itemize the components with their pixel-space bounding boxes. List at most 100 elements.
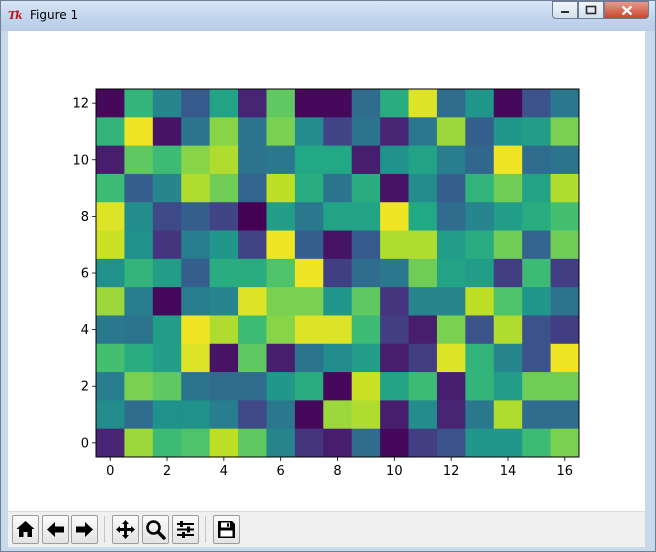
heatmap-cell [493, 173, 523, 203]
heatmap-cell [380, 400, 409, 430]
heatmap-cell [493, 89, 523, 118]
heatmap-cell [408, 173, 438, 203]
heatmap-cell [294, 287, 324, 316]
forward-button[interactable] [71, 515, 98, 544]
heatmap-cell [465, 372, 495, 401]
y-tick-label: 4 [81, 323, 89, 338]
home-button[interactable] [12, 515, 39, 544]
heatmap-cell [181, 372, 211, 401]
heatmap-cell [408, 428, 438, 458]
heatmap-cell [238, 202, 267, 231]
heatmap-cell [436, 343, 466, 373]
heatmap-cell [266, 428, 296, 458]
heatmap-cell [522, 173, 551, 203]
heatmap-cell [294, 89, 324, 118]
heatmap-cell [294, 230, 324, 260]
heatmap-cell [152, 400, 182, 430]
heatmap-cell [238, 343, 267, 373]
heatmap-cell [209, 117, 239, 147]
heatmap-cell [96, 315, 125, 345]
heatmap-cell [550, 202, 580, 231]
heatmap-cell [380, 315, 409, 345]
maximize-button[interactable] [578, 1, 604, 19]
heatmap-cell [124, 230, 154, 260]
heatmap-cell [408, 343, 438, 373]
heatmap-cell [436, 230, 466, 260]
figure-canvas[interactable]: 0 2 4 6 8 10 12 14 16 0 2 4 6 8 10 12 [8, 31, 645, 547]
heatmap-cell [550, 372, 580, 401]
heatmap-cell [294, 145, 324, 175]
heatmap-cell [323, 258, 353, 288]
heatmap-cell [124, 89, 154, 118]
heatmap-cell [96, 89, 125, 118]
heatmap-cell [209, 230, 239, 260]
heatmap-cell [323, 117, 353, 147]
heatmap-cell [266, 230, 296, 260]
heatmap-cell [493, 258, 523, 288]
heatmap-cell [124, 428, 154, 458]
window-title: Figure 1 [30, 8, 79, 22]
heatmap-cell [380, 117, 409, 147]
heatmap-cell [380, 343, 409, 373]
heatmap-cell [266, 202, 296, 231]
close-button[interactable] [604, 1, 649, 19]
heatmap-cell [323, 372, 353, 401]
heatmap-cell [124, 173, 154, 203]
x-tick-label: 4 [220, 464, 228, 479]
heatmap-cell [465, 89, 495, 118]
heatmap-cell [550, 287, 580, 316]
heatmap-cell [323, 287, 353, 316]
heatmap-cell [408, 315, 438, 345]
heatmap-cell [266, 258, 296, 288]
heatmap-cell [124, 287, 154, 316]
zoom-button[interactable] [142, 515, 169, 544]
heatmap-cell [522, 89, 551, 118]
heatmap-cell [96, 202, 125, 231]
title-bar[interactable]: Tk Figure 1 [1, 1, 655, 31]
pan-button[interactable] [112, 515, 139, 544]
save-button[interactable] [213, 515, 240, 544]
heatmap-cell [380, 428, 409, 458]
heatmap-cell [465, 287, 495, 316]
heatmap-cell [238, 372, 267, 401]
heatmap-cell [522, 258, 551, 288]
heatmap-cell [380, 258, 409, 288]
heatmap-cell [266, 400, 296, 430]
heatmap-cell [493, 343, 523, 373]
heatmap-cell [266, 173, 296, 203]
heatmap-cell [209, 202, 239, 231]
heatmap-cell [436, 428, 466, 458]
heatmap-cell [408, 372, 438, 401]
heatmap-cell [152, 258, 182, 288]
heatmap-cell [152, 173, 182, 203]
heatmap-cell [181, 287, 211, 316]
heatmap-cell [351, 230, 381, 260]
heatmap-cell [408, 287, 438, 316]
maximize-icon [585, 5, 597, 15]
heatmap-cell [522, 428, 551, 458]
heatmap-cell [408, 230, 438, 260]
heatmap-cell [238, 428, 267, 458]
heatmap-cell [493, 372, 523, 401]
navigation-toolbar [8, 511, 645, 547]
heatmap-cell [522, 287, 551, 316]
heatmap-cell [465, 343, 495, 373]
heatmap-cell [436, 173, 466, 203]
heatmap-cell [351, 117, 381, 147]
heatmap-cell [294, 258, 324, 288]
heatmap-cell [522, 230, 551, 260]
heatmap-cell [181, 315, 211, 345]
heatmap-cell [522, 400, 551, 430]
configure-subplots-button[interactable] [172, 515, 199, 544]
back-button[interactable] [42, 515, 69, 544]
heatmap-cell [522, 372, 551, 401]
heatmap-cell [238, 400, 267, 430]
heatmap-cell [181, 117, 211, 147]
heatmap-cell [408, 145, 438, 175]
heatmap-cell [436, 400, 466, 430]
heatmap-cell [408, 400, 438, 430]
heatmap-cell [238, 173, 267, 203]
heatmap-cell [323, 173, 353, 203]
minimize-button[interactable] [552, 1, 578, 19]
toolbar-separator [205, 516, 206, 543]
